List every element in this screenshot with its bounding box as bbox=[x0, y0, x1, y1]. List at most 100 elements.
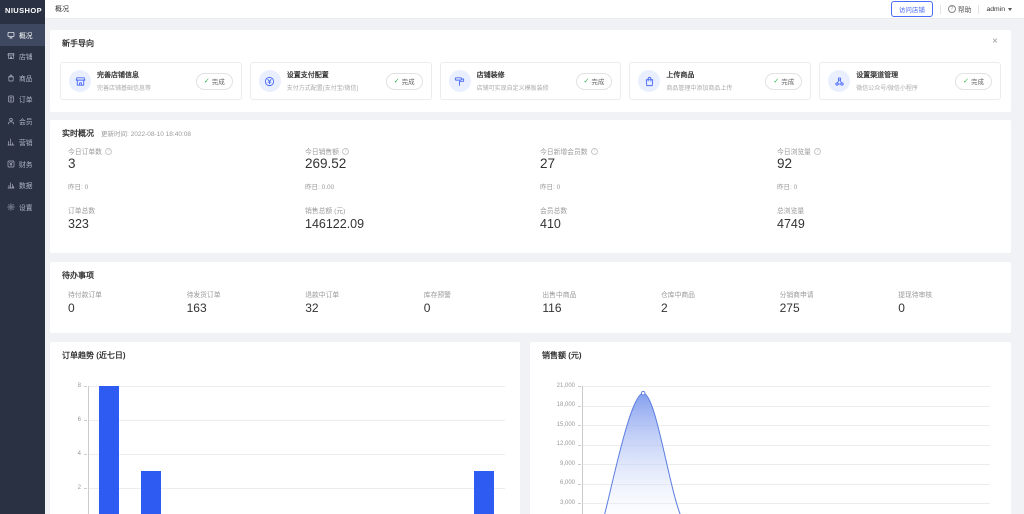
guide-done-label: 完成 bbox=[971, 76, 984, 86]
sidebar-item-goods[interactable]: 商品 bbox=[0, 67, 45, 89]
y-axis-label: 21,000 bbox=[530, 383, 575, 389]
guide-done-label: 完成 bbox=[402, 76, 415, 86]
visit-shop-button[interactable]: 访问店铺 bbox=[891, 1, 933, 17]
peak-dot bbox=[641, 391, 645, 395]
check-icon: ✓ bbox=[963, 78, 969, 85]
guide-card-decorate: 店铺装修店铺可实现自定义模板装修 ✓完成 bbox=[440, 62, 622, 100]
todo-value: 2 bbox=[661, 301, 668, 315]
order-trend-chart-panel[interactable]: 订单趋势 (近七日) 2468 bbox=[50, 342, 520, 514]
guide-card-upload: 上传商品商品管理中添加商品上传 ✓完成 bbox=[629, 62, 811, 100]
todo-value: 116 bbox=[542, 301, 561, 315]
sidebar-item-label: 营销 bbox=[19, 137, 33, 147]
y-axis-label: 15,000 bbox=[530, 422, 575, 428]
todo-label: 分销商申请 bbox=[780, 289, 814, 299]
guide-done-button[interactable]: ✓完成 bbox=[386, 73, 423, 90]
guide-done-label: 完成 bbox=[781, 76, 794, 86]
check-icon: ✓ bbox=[204, 78, 210, 85]
axis-tick bbox=[84, 386, 87, 387]
sidebar-item-dashboard[interactable]: 概况 bbox=[0, 24, 45, 46]
stat-yesterday: 昨日: 0 bbox=[540, 181, 560, 191]
y-axis-label: 2 bbox=[50, 485, 81, 491]
axis-tick bbox=[578, 406, 581, 407]
channel-icon bbox=[828, 70, 850, 92]
info-icon[interactable]: ? bbox=[105, 148, 112, 155]
guide-done-button[interactable]: ✓完成 bbox=[576, 73, 613, 90]
help-label: 帮助 bbox=[958, 4, 972, 14]
stat-total-label: 总浏览量 bbox=[777, 205, 804, 215]
user-menu[interactable]: admin bbox=[986, 6, 1012, 13]
breadcrumb: 概况 bbox=[55, 4, 69, 14]
info-icon[interactable]: ? bbox=[814, 148, 821, 155]
username: admin bbox=[986, 6, 1005, 13]
guide-card-store: 完善店铺信息完善店铺基础信息等✓完成 bbox=[60, 62, 242, 100]
sidebar-nav: 概况店铺商品订单会员营销财务数据设置 bbox=[0, 20, 45, 218]
y-axis-label: 4 bbox=[50, 451, 81, 457]
sidebar-item-label: 商品 bbox=[19, 73, 33, 83]
y-axis-label: 3,000 bbox=[530, 500, 575, 506]
sidebar-item-settings[interactable]: 设置 bbox=[0, 196, 45, 218]
stat-label: 今日浏览量? bbox=[777, 146, 821, 156]
guide-card-title: 完善店铺信息 bbox=[97, 70, 190, 80]
dashboard-icon bbox=[7, 31, 15, 39]
todo-label: 仓库中商品 bbox=[661, 289, 695, 299]
guide-done-label: 完成 bbox=[591, 76, 604, 86]
todo-value: 0 bbox=[424, 301, 431, 315]
store-icon bbox=[69, 70, 91, 92]
axis-tick bbox=[578, 386, 581, 387]
sidebar-item-order[interactable]: 订单 bbox=[0, 89, 45, 111]
chevron-down-icon bbox=[1008, 8, 1012, 11]
order-icon bbox=[7, 95, 15, 103]
shop-icon bbox=[7, 52, 15, 60]
info-icon[interactable]: ? bbox=[591, 148, 598, 155]
sidebar-item-data[interactable]: 数据 bbox=[0, 175, 45, 197]
sidebar-item-member[interactable]: 会员 bbox=[0, 110, 45, 132]
settings-icon bbox=[7, 203, 15, 211]
guide-done-button[interactable]: ✓完成 bbox=[765, 73, 802, 90]
info-icon[interactable]: ? bbox=[342, 148, 349, 155]
sales-area-chart bbox=[582, 386, 990, 514]
todo-panel: 待办事项 待付款订单0待发货订单163退款中订单32库存预警0出售中商品116仓… bbox=[50, 262, 1011, 333]
sidebar-item-label: 概况 bbox=[19, 30, 33, 40]
sidebar-item-label: 订单 bbox=[19, 94, 33, 104]
help-menu[interactable]: ? 帮助 bbox=[948, 4, 972, 14]
bar bbox=[141, 471, 161, 514]
stat-value: 269.52 bbox=[305, 156, 346, 171]
guide-card-text: 上传商品商品管理中添加商品上传 bbox=[666, 70, 759, 92]
sidebar-item-label: 财务 bbox=[19, 159, 33, 169]
sidebar-item-finance[interactable]: 财务 bbox=[0, 153, 45, 175]
check-icon: ✓ bbox=[394, 78, 400, 85]
guide-card-title: 店铺装修 bbox=[477, 70, 570, 80]
guide-card-pay: 设置支付配置支付方式配置(支付宝/微信)✓完成 bbox=[250, 62, 432, 100]
y-axis-label: 6 bbox=[50, 417, 81, 423]
axis-tick bbox=[84, 488, 87, 489]
sidebar-item-label: 数据 bbox=[19, 180, 33, 190]
sidebar-item-label: 设置 bbox=[19, 202, 33, 212]
pay-icon bbox=[259, 70, 281, 92]
gridline bbox=[88, 420, 505, 421]
guide-card-subtitle: 店铺可实现自定义模板装修 bbox=[477, 83, 570, 92]
sales-chart-title: 销售额 (元) bbox=[542, 350, 582, 361]
close-icon[interactable]: × bbox=[992, 37, 998, 47]
guide-card-text: 设置渠道管理微信公众号/微信小程序 bbox=[856, 70, 949, 92]
todo-value: 0 bbox=[898, 301, 905, 315]
sidebar: NIUSHOP 概况店铺商品订单会员营销财务数据设置 bbox=[0, 0, 45, 514]
guide-done-button[interactable]: ✓完成 bbox=[196, 73, 233, 90]
stat-label: 今日新增会员数? bbox=[540, 146, 598, 156]
stat-total-value: 4749 bbox=[777, 217, 805, 231]
bar bbox=[474, 471, 494, 514]
guide-done-button[interactable]: ✓完成 bbox=[955, 73, 992, 90]
axis-tick bbox=[84, 454, 87, 455]
y-axis-label: 12,000 bbox=[530, 441, 575, 447]
newbie-guide-panel: 新手导向 × 完善店铺信息完善店铺基础信息等✓完成设置支付配置支付方式配置(支付… bbox=[50, 30, 1011, 112]
todo-label: 出售中商品 bbox=[542, 289, 576, 299]
sidebar-item-shop[interactable]: 店铺 bbox=[0, 46, 45, 68]
y-axis bbox=[88, 386, 89, 514]
area-fill bbox=[602, 393, 969, 514]
sidebar-item-marketing[interactable]: 营销 bbox=[0, 132, 45, 154]
stat-total-label: 销售总额 (元) bbox=[305, 205, 345, 215]
goods-icon bbox=[7, 74, 15, 82]
stat-total-value: 323 bbox=[68, 217, 89, 231]
axis-tick bbox=[578, 425, 581, 426]
guide-card-title: 设置渠道管理 bbox=[856, 70, 949, 80]
sales-chart-panel[interactable]: 销售额 (元) 3,0006,0009,00012,00015,00018,00… bbox=[530, 342, 1011, 514]
